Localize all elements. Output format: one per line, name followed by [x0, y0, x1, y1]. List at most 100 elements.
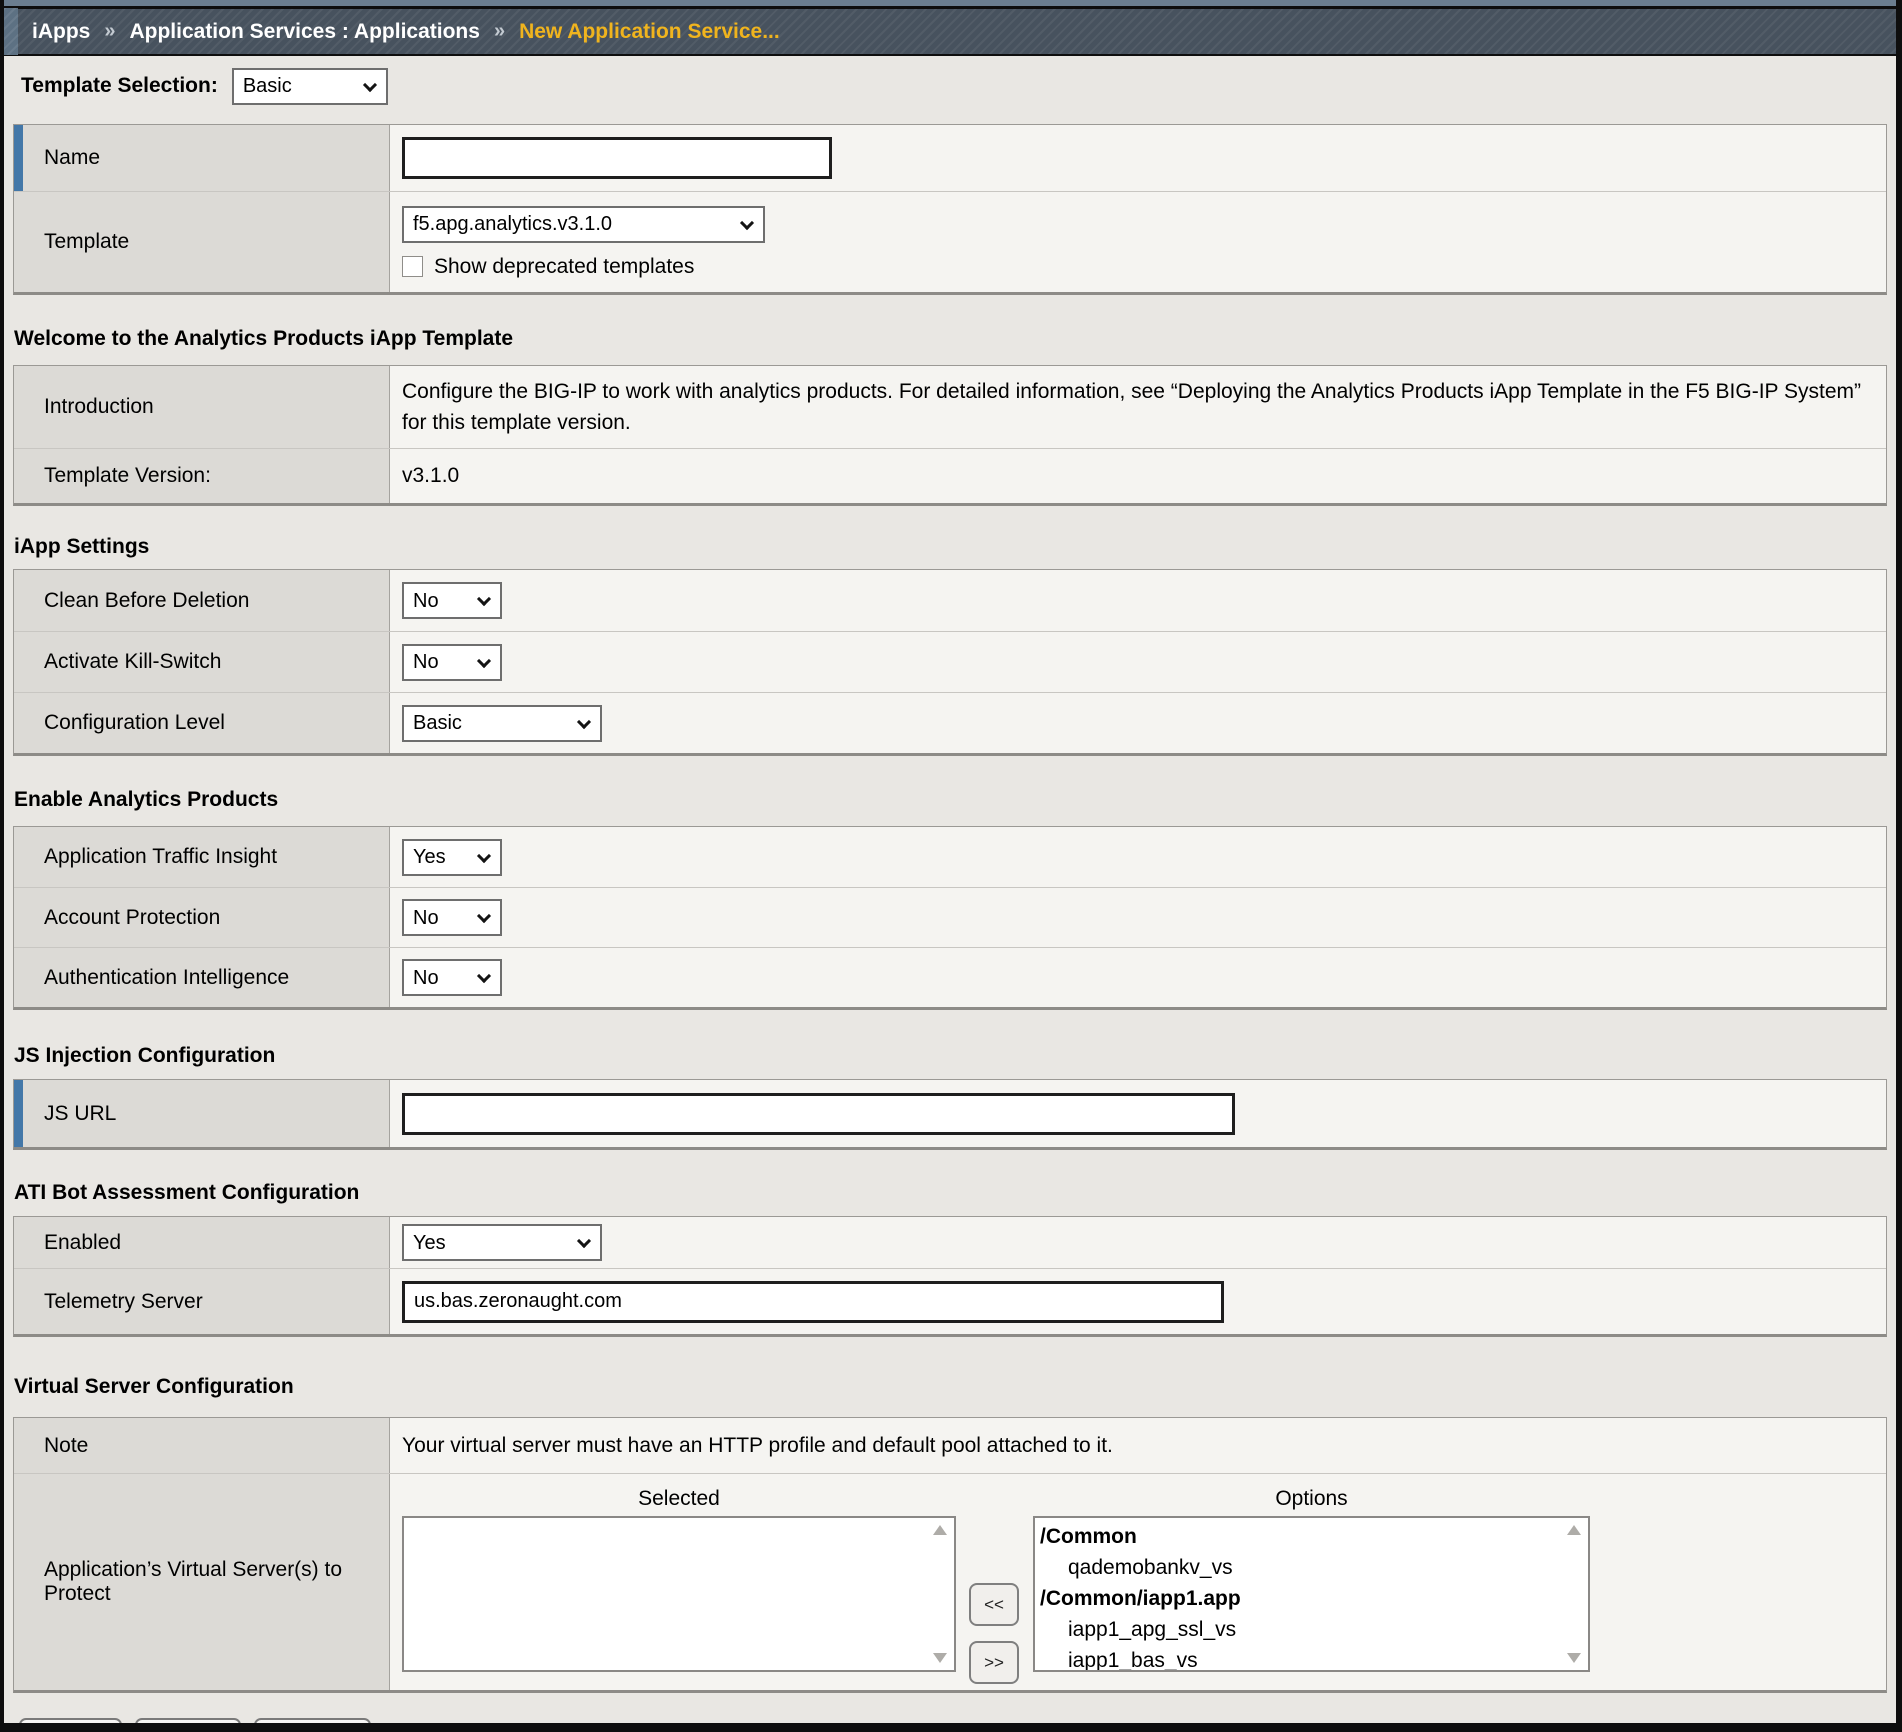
breadcrumb-separator-icon: »: [104, 20, 115, 43]
selected-listbox[interactable]: [402, 1516, 956, 1672]
required-marker: [14, 125, 23, 191]
clean-before-deletion-row: Clean Before Deletion No: [14, 570, 1886, 631]
template-row: Template f5.apg.analytics.v3.1.0 Show de…: [14, 191, 1886, 292]
breadcrumb-link-iapps[interactable]: iApps: [32, 20, 90, 44]
welcome-table: Introduction Configure the BIG-IP to wor…: [13, 365, 1887, 506]
name-input[interactable]: [402, 137, 832, 179]
activate-kill-switch-select[interactable]: No: [404, 646, 500, 679]
configuration-level-row: Configuration Level Basic: [14, 692, 1886, 753]
account-protection-select[interactable]: No: [404, 901, 500, 934]
section-heading-virtual-server: Virtual Server Configuration: [14, 1374, 1887, 1400]
template-select[interactable]: f5.apg.analytics.v3.1.0: [404, 208, 763, 241]
move-to-options-button[interactable]: >>: [969, 1641, 1019, 1684]
section-heading-js-injection: JS Injection Configuration: [14, 1043, 1887, 1069]
required-marker: [14, 1080, 23, 1147]
clean-before-deletion-label-cell: Clean Before Deletion: [14, 570, 390, 631]
selected-column: Selected: [402, 1484, 956, 1672]
section-heading-welcome: Welcome to the Analytics Products iApp T…: [14, 326, 1887, 352]
activate-kill-switch-label: Activate Kill-Switch: [44, 650, 221, 674]
js-url-label-cell: JS URL: [14, 1080, 390, 1147]
configuration-level-label-cell: Configuration Level: [14, 693, 390, 753]
application-traffic-insight-label-cell: Application Traffic Insight: [14, 827, 390, 887]
move-buttons: << >>: [969, 1583, 1019, 1684]
scroll-down-icon[interactable]: [1567, 1653, 1581, 1663]
scroll-down-icon[interactable]: [933, 1653, 947, 1663]
activate-kill-switch-row: Activate Kill-Switch No: [14, 631, 1886, 692]
enabled-select[interactable]: Yes: [404, 1226, 600, 1259]
name-label: Name: [44, 146, 100, 170]
options-listbox[interactable]: /Common qademobankv_vs /Common/iapp1.app…: [1033, 1516, 1590, 1672]
application-traffic-insight-select[interactable]: Yes: [404, 841, 500, 874]
options-column: Options /Common qademobankv_vs /Common/i…: [1033, 1484, 1590, 1672]
template-selection-row: Template Selection: Basic: [21, 68, 1887, 104]
telemetry-server-row: Telemetry Server: [14, 1268, 1886, 1334]
template-selection-select-wrap: Basic: [232, 68, 388, 105]
list-option[interactable]: /Common: [1040, 1521, 1562, 1552]
repeat-button[interactable]: Repeat: [135, 1718, 241, 1732]
clean-before-deletion-select-wrap: No: [402, 582, 502, 619]
template-select-wrap: f5.apg.analytics.v3.1.0: [402, 206, 765, 243]
section-heading-iapp-settings: iApp Settings: [14, 534, 1887, 560]
introduction-label: Introduction: [44, 395, 154, 419]
protect-label-cell: Application’s Virtual Server(s) to Prote…: [14, 1474, 390, 1690]
selected-header: Selected: [402, 1484, 956, 1516]
js-injection-table: JS URL: [13, 1079, 1887, 1150]
template-version-row: Template Version: v3.1.0: [14, 448, 1886, 503]
virtual-server-picker: Selected << >> Options: [402, 1484, 1862, 1684]
name-label-cell: Name: [14, 125, 390, 191]
introduction-label-cell: Introduction: [14, 366, 390, 448]
configuration-level-select-wrap: Basic: [402, 705, 602, 742]
authentication-intelligence-select[interactable]: No: [404, 961, 500, 994]
cancel-button[interactable]: Cancel: [19, 1718, 122, 1732]
show-deprecated-checkbox[interactable]: [402, 256, 423, 277]
authentication-intelligence-label: Authentication Intelligence: [44, 966, 289, 990]
application-traffic-insight-select-wrap: Yes: [402, 839, 502, 876]
note-label: Note: [44, 1434, 88, 1458]
clean-before-deletion-label: Clean Before Deletion: [44, 589, 249, 613]
template-selection-label: Template Selection:: [21, 74, 218, 98]
configuration-level-select[interactable]: Basic: [404, 707, 600, 740]
list-option[interactable]: qademobankv_vs: [1040, 1552, 1562, 1583]
account-protection-label: Account Protection: [44, 906, 220, 930]
js-url-input[interactable]: [402, 1093, 1235, 1135]
move-to-selected-button[interactable]: <<: [969, 1583, 1019, 1626]
note-label-cell: Note: [14, 1418, 390, 1473]
activate-kill-switch-select-wrap: No: [402, 644, 502, 681]
scroll-up-icon[interactable]: [1567, 1525, 1581, 1535]
breadcrumb-separator-icon: »: [494, 20, 505, 43]
account-protection-label-cell: Account Protection: [14, 888, 390, 947]
list-option[interactable]: iapp1_bas_vs: [1040, 1645, 1562, 1672]
js-url-row: JS URL: [14, 1080, 1886, 1147]
template-selection-select[interactable]: Basic: [234, 70, 386, 103]
authentication-intelligence-row: Authentication Intelligence No: [14, 947, 1886, 1007]
protect-row: Application’s Virtual Server(s) to Prote…: [14, 1473, 1886, 1690]
virtual-server-table: Note Your virtual server must have an HT…: [13, 1417, 1887, 1693]
note-text: Your virtual server must have an HTTP pr…: [402, 1434, 1113, 1458]
enabled-select-wrap: Yes: [402, 1224, 602, 1261]
page: iApps » Application Services : Applicati…: [0, 0, 1902, 1732]
authentication-intelligence-label-cell: Authentication Intelligence: [14, 948, 390, 1007]
application-traffic-insight-label: Application Traffic Insight: [44, 845, 277, 869]
list-option[interactable]: /Common/iapp1.app: [1040, 1583, 1562, 1614]
telemetry-server-label: Telemetry Server: [44, 1290, 203, 1314]
breadcrumb-current: New Application Service...: [519, 20, 780, 44]
scroll-up-icon[interactable]: [933, 1525, 947, 1535]
template-version-label-cell: Template Version:: [14, 449, 390, 503]
enabled-row: Enabled Yes: [14, 1217, 1886, 1268]
introduction-text: Configure the BIG-IP to work with analyt…: [402, 376, 1862, 438]
note-row: Note Your virtual server must have an HT…: [14, 1418, 1886, 1473]
breadcrumb-left-accent: [4, 8, 18, 55]
breadcrumb-link-applications[interactable]: Application Services : Applications: [129, 20, 479, 44]
service-table: Name Template f5.apg.analytics.v3.1.0: [13, 124, 1887, 295]
show-deprecated-label: Show deprecated templates: [434, 255, 694, 279]
activate-kill-switch-label-cell: Activate Kill-Switch: [14, 632, 390, 692]
template-version-value: v3.1.0: [402, 464, 459, 488]
template-version-label: Template Version:: [44, 464, 211, 488]
finished-button[interactable]: Finished: [254, 1718, 371, 1732]
js-url-label: JS URL: [44, 1102, 116, 1126]
list-option[interactable]: iapp1_apg_ssl_vs: [1040, 1614, 1562, 1645]
section-heading-ati-bot: ATI Bot Assessment Configuration: [14, 1180, 1887, 1206]
name-row: Name: [14, 125, 1886, 191]
clean-before-deletion-select[interactable]: No: [404, 584, 500, 617]
telemetry-server-input[interactable]: [402, 1281, 1224, 1323]
